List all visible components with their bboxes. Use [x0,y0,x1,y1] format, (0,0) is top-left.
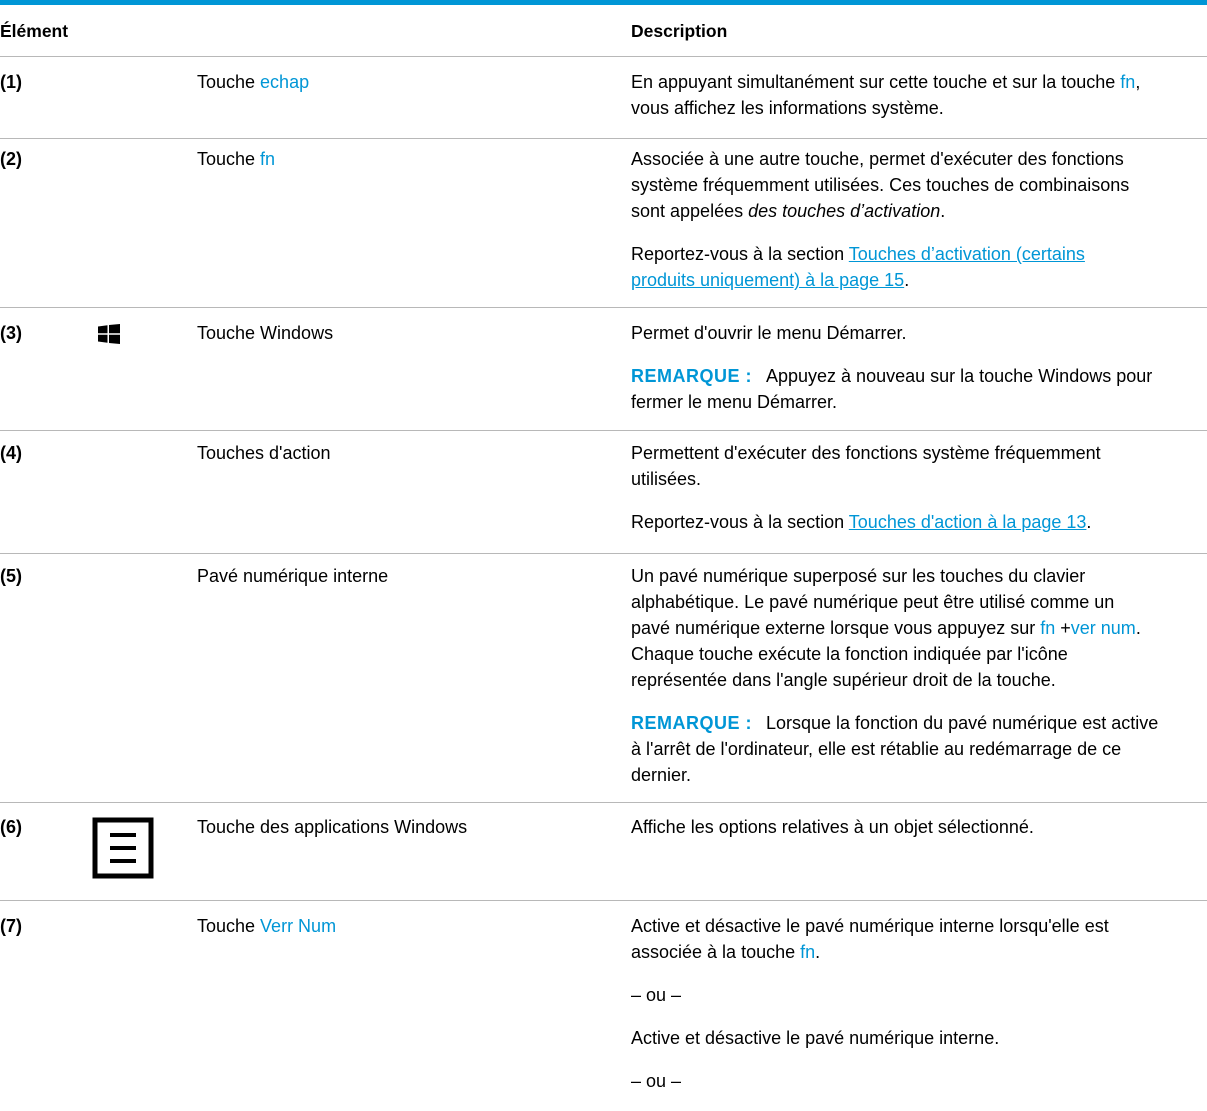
element-description: Permettent d'exécuter des fonctions syst… [631,443,1101,532]
element-description: Permet d'ouvrir le menu Démarrer. REMARQ… [631,323,1153,412]
row-divider [0,138,1207,139]
row-divider [0,900,1207,901]
row-divider [0,307,1207,308]
row-divider [0,56,1207,57]
element-name: Touche fn [197,149,276,169]
note-label: REMARQUE : [631,713,752,733]
row-number: (5) [0,566,22,586]
note-label: REMARQUE : [631,366,752,386]
row-number: (1) [0,72,22,92]
element-description: Un pavé numérique superposé sur les touc… [631,566,1159,785]
row-number: (7) [0,916,22,936]
key-fn: fn [1120,72,1136,92]
key-fn: fn [800,942,816,962]
key-name-fn: fn [260,149,276,169]
header-element: Élément [0,21,69,41]
element-name: Touche Windows [197,323,334,343]
header-description: Description [631,21,728,41]
element-name: Touches d'action [197,443,331,463]
row-number: (4) [0,443,22,463]
windows-application-key-icon [92,817,154,879]
row-divider [0,802,1207,803]
row-divider [0,553,1207,554]
row-number: (3) [0,323,22,343]
key-ver-num: ver num [1070,618,1136,638]
key-fn: fn [1040,618,1056,638]
key-name-verr-num: Verr Num [260,916,337,936]
table-top-rule [0,0,1207,5]
key-name-echap: echap [260,72,310,92]
row-number: (6) [0,817,22,837]
element-name: Touche echap [197,72,310,92]
element-name: Touche Verr Num [197,916,337,936]
element-description: Affiche les options relatives à un objet… [631,817,1034,837]
element-description: Active et désactive le pavé numérique in… [631,916,1109,1091]
link-touches-action[interactable]: Touches d'action à la page 13 [849,512,1087,532]
element-name: Pavé numérique interne [197,566,389,586]
element-description: En appuyant simultanément sur cette touc… [631,72,1141,118]
element-description: Associée à une autre touche, permet d'ex… [631,149,1130,290]
row-number: (2) [0,149,22,169]
row-divider [0,430,1207,431]
element-name: Touche des applications Windows [197,817,468,837]
windows-logo-icon [98,324,120,344]
